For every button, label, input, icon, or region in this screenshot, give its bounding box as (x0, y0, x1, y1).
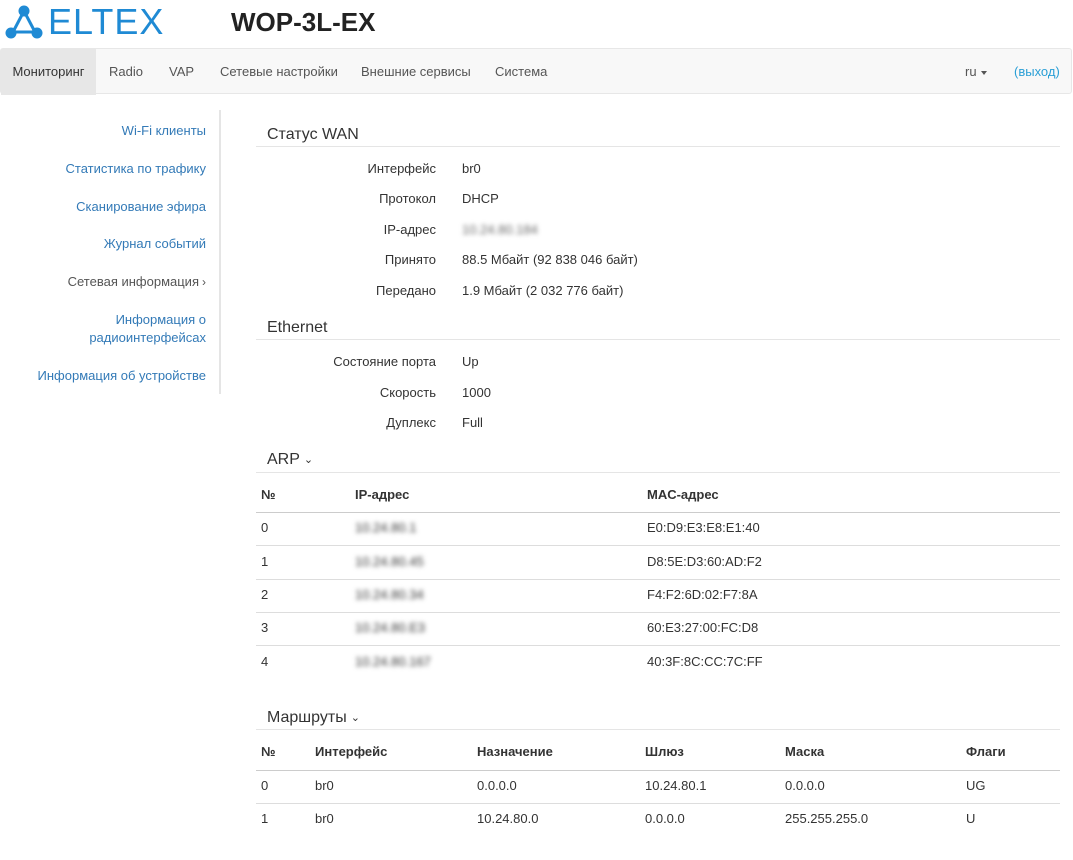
arp-row-3-ip: 10.24.80.E3 (355, 620, 426, 635)
sidebar-item-air-scan[interactable]: Сканирование эфира (76, 198, 206, 216)
wan-interface-label: Интерфейс (367, 161, 436, 176)
eltex-network-icon (5, 5, 43, 39)
port-state-value: Up (462, 354, 479, 369)
device-model-title: WOP-3L-EX (231, 7, 376, 37)
routes-section-toggle[interactable]: Маршруты ⌄ (267, 708, 360, 728)
route-row-1-interface: br0 (315, 811, 334, 826)
duplex-label: Дуплекс (386, 415, 436, 430)
logo-text: ELTEX (48, 1, 165, 42)
sidebar-item-wifi-clients[interactable]: Wi-Fi клиенты (122, 122, 206, 140)
arp-row-1-number: 1 (261, 554, 269, 569)
arp-header-line (256, 512, 1060, 513)
arp-row-4-number: 4 (261, 654, 269, 669)
ethernet-section-title: Ethernet (267, 319, 328, 336)
duplex-value: Full (462, 415, 483, 430)
sidebar-item-label: Сетевая информация (67, 274, 199, 289)
top-navbar: Мониторинг Radio VAP Сетевые настройки В… (0, 48, 1072, 95)
routes-row-line (256, 803, 1060, 804)
nav-tab-external-services[interactable]: Внешние сервисы (361, 49, 471, 95)
chevron-down-icon: ⌄ (350, 712, 360, 724)
arp-col-ip: IP-адрес (355, 487, 410, 502)
arp-section-title: ARP (267, 451, 300, 468)
wan-sent-value: 1.9 Мбайт (2 032 776 байт) (462, 283, 624, 298)
route-row-1-destination: 10.24.80.0 (477, 811, 539, 826)
route-row-0-gateway: 10.24.80.1 (645, 778, 707, 793)
routes-col-gateway: Шлюз (645, 744, 684, 759)
arp-row-3-mac: 60:E3:27:00:FC:D8 (647, 620, 759, 635)
header: ELTEX WOP-3L-EX (0, 0, 1073, 48)
routes-section-title: Маршруты (267, 709, 347, 726)
arp-section-toggle[interactable]: ARP ⌄ (267, 450, 313, 470)
sidebar-item-event-log[interactable]: Журнал событий (104, 235, 206, 253)
route-row-0-flags: UG (966, 778, 986, 793)
routes-col-flags: Флаги (966, 744, 1006, 759)
wan-divider (256, 146, 1060, 147)
route-row-0-number: 0 (261, 778, 269, 793)
wan-sent-label: Передано (376, 283, 436, 298)
route-row-0-destination: 0.0.0.0 (477, 778, 517, 793)
arp-row-0-number: 0 (261, 520, 269, 535)
routes-col-number: № (261, 744, 276, 759)
arp-row-0-ip: 10.24.80.1 (355, 520, 417, 535)
chevron-right-icon: › (202, 275, 206, 289)
sidebar-item-device-info[interactable]: Информация об устройстве (38, 367, 206, 385)
nav-tab-radio[interactable]: Radio (109, 49, 143, 95)
arp-col-number: № (261, 487, 276, 502)
wan-received-label: Принято (384, 252, 436, 267)
route-row-0-mask: 0.0.0.0 (785, 778, 825, 793)
wan-interface-value: br0 (462, 161, 481, 176)
logout-link[interactable]: (выход) (1014, 49, 1060, 95)
nav-tab-system[interactable]: Система (495, 49, 547, 95)
wan-protocol-label: Протокол (379, 191, 436, 206)
arp-row-line (256, 645, 1060, 646)
wan-protocol-value: DHCP (462, 191, 499, 206)
wan-ip-label: IP-адрес (383, 222, 436, 237)
nav-tab-network-settings[interactable]: Сетевые настройки (220, 49, 338, 95)
arp-row-line (256, 612, 1060, 613)
arp-row-1-mac: D8:5E:D3:60:AD:F2 (647, 554, 762, 569)
arp-divider (256, 472, 1060, 473)
routes-col-mask: Маска (785, 744, 825, 759)
chevron-down-icon: ⌄ (303, 454, 314, 466)
routes-divider (256, 729, 1060, 730)
arp-row-3-number: 3 (261, 620, 269, 635)
arp-row-2-ip: 10.24.80.34 (355, 587, 424, 602)
ethernet-divider (256, 339, 1060, 340)
language-dropdown[interactable]: ru (965, 49, 987, 95)
arp-row-line (256, 579, 1060, 580)
routes-col-interface: Интерфейс (315, 744, 388, 759)
wan-received-value: 88.5 Мбайт (92 838 046 байт) (462, 252, 638, 267)
arp-row-2-mac: F4:F2:6D:02:F7:8A (647, 587, 758, 602)
sidebar-item-traffic-stats[interactable]: Статистика по трафику (66, 160, 206, 178)
arp-row-2-number: 2 (261, 587, 269, 602)
port-state-label: Состояние порта (333, 354, 436, 369)
routes-col-destination: Назначение (477, 744, 553, 759)
route-row-1-flags: U (966, 811, 976, 826)
arp-row-4-ip: 10.24.80.167 (355, 654, 431, 669)
sidebar-item-label-line1: Информация о (115, 312, 206, 327)
route-row-1-gateway: 0.0.0.0 (645, 811, 685, 826)
sidebar-item-label-line2: радиоинтерфейсах (89, 330, 206, 345)
nav-tab-monitoring[interactable]: Мониторинг (1, 49, 96, 95)
sidebar: Wi-Fi клиенты Статистика по трафику Скан… (0, 110, 221, 394)
speed-label: Скорость (379, 385, 436, 400)
wan-section-title: Статус WAN (267, 126, 359, 143)
language-label: ru (965, 64, 977, 79)
sidebar-item-network-info[interactable]: Сетевая информация › (68, 273, 206, 291)
route-row-1-mask: 255.255.255.0 (785, 811, 869, 826)
arp-row-4-mac: 40:3F:8C:CC:7C:FF (647, 654, 763, 669)
caret-down-icon (980, 70, 987, 75)
sidebar-item-radio-info[interactable]: Информация о радиоинтерфейсах (89, 311, 206, 347)
arp-col-mac: MAC-адрес (647, 487, 719, 502)
arp-row-line (256, 545, 1060, 546)
arp-row-1-ip: 10.24.80.45 (355, 554, 424, 569)
arp-row-0-mac: E0:D9:E3:E8:E1:40 (647, 520, 760, 535)
route-row-1-number: 1 (261, 811, 269, 826)
routes-header-line (256, 770, 1060, 771)
speed-value: 1000 (462, 385, 491, 400)
nav-tab-vap[interactable]: VAP (169, 49, 194, 95)
eltex-logo[interactable]: ELTEX (4, 2, 164, 42)
wan-ip-value: 10.24.80.184 (462, 222, 538, 237)
route-row-0-interface: br0 (315, 778, 334, 793)
